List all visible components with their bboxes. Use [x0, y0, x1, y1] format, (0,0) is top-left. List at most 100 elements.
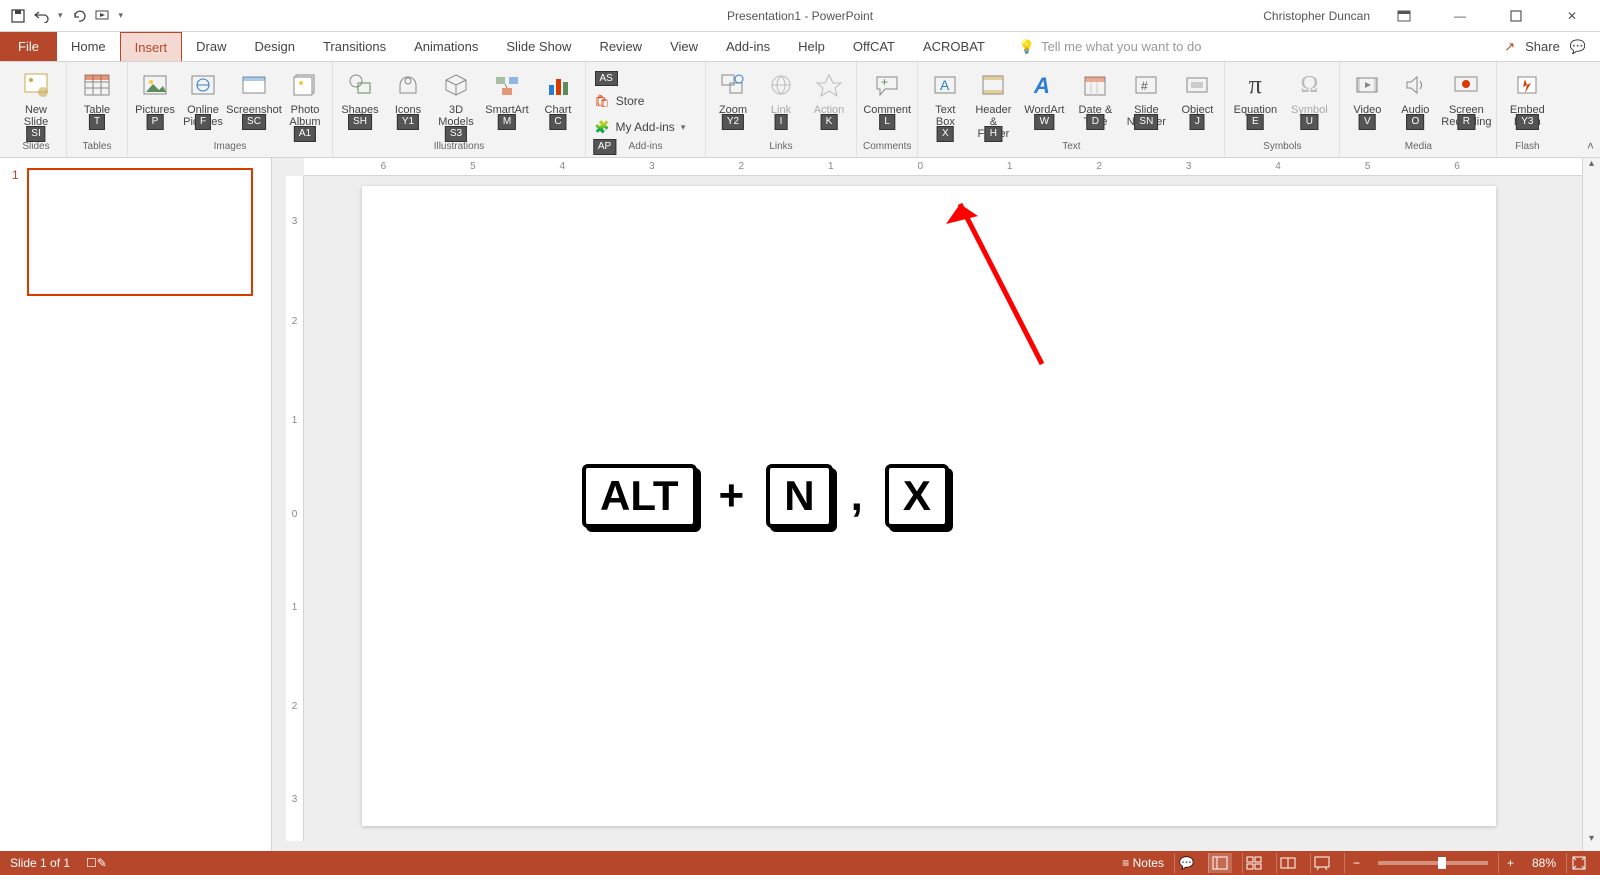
object-button[interactable]: Object J: [1176, 66, 1218, 128]
undo-dropdown-icon[interactable]: ▾: [58, 10, 63, 21]
slide-sorter-view-button[interactable]: [1242, 853, 1266, 873]
tell-me-search[interactable]: 💡 Tell me what you want to do: [1019, 32, 1202, 61]
maximize-button[interactable]: [1494, 1, 1538, 31]
tab-acrobat[interactable]: ACROBAT: [909, 32, 999, 61]
titlebar: ▾ ▾ Presentation1 - PowerPoint Christoph…: [0, 0, 1600, 32]
tab-slide-show[interactable]: Slide Show: [492, 32, 585, 61]
tab-review[interactable]: Review: [585, 32, 656, 61]
smartart-button[interactable]: SmartArt M: [483, 66, 531, 128]
comment-button[interactable]: + Comment L: [863, 66, 911, 128]
screenshot-button[interactable]: Screenshot▾ SC: [230, 66, 278, 128]
notes-button[interactable]: ≡ Notes: [1122, 856, 1164, 870]
keytip: I: [775, 114, 788, 130]
group-slides: New Slide▾ SI Slides: [6, 62, 67, 157]
slideshow-view-button[interactable]: [1310, 853, 1334, 873]
start-from-beginning-icon[interactable]: [95, 8, 111, 24]
video-button[interactable]: Video▾ V: [1346, 66, 1388, 128]
undo-icon[interactable]: [34, 8, 50, 24]
my-addins-button[interactable]: 🧩 My Add-ins ▾ AP: [595, 115, 697, 139]
keytip: Y1: [397, 114, 419, 130]
zoom-button[interactable]: Zoom▾ Y2: [712, 66, 754, 128]
shapes-button[interactable]: Shapes▾ SH: [339, 66, 381, 128]
addins-icon: 🧩: [595, 120, 610, 134]
tab-home[interactable]: Home: [57, 32, 120, 61]
annotation-arrow-icon: [942, 174, 1062, 374]
slide-thumbnail-1[interactable]: [27, 168, 253, 296]
text-box-button[interactable]: A Text Box▾ X: [924, 66, 966, 140]
keytip: A1: [294, 126, 316, 142]
svg-text:A: A: [940, 77, 950, 93]
accessibility-icon[interactable]: ☐✎: [86, 856, 107, 870]
keycap-x: X: [885, 464, 949, 528]
keytip: SC: [242, 114, 266, 130]
slide-number-button[interactable]: # Slide Number SN: [1122, 66, 1170, 128]
header-footer-button[interactable]: Header & Footer H: [972, 66, 1014, 140]
keytip: L: [879, 114, 895, 130]
tab-insert[interactable]: Insert: [120, 32, 183, 61]
fit-to-window-button[interactable]: [1566, 853, 1590, 873]
photo-album-button[interactable]: Photo Album▾ A1: [284, 66, 326, 140]
ribbon-tabs: File Home Insert Draw Design Transitions…: [0, 32, 1600, 62]
tab-design[interactable]: Design: [241, 32, 309, 61]
keytip: J: [1190, 114, 1205, 130]
tab-add-ins[interactable]: Add-ins: [712, 32, 784, 61]
slide-counter[interactable]: Slide 1 of 1: [10, 856, 70, 870]
keytip: P: [147, 114, 164, 130]
ribbon-display-options-icon[interactable]: [1382, 1, 1426, 31]
minimize-button[interactable]: —: [1438, 1, 1482, 31]
comments-pane-icon[interactable]: 💬: [1570, 39, 1586, 55]
tab-animations[interactable]: Animations: [400, 32, 492, 61]
user-name[interactable]: Christopher Duncan: [1263, 9, 1370, 23]
quick-access-toolbar: ▾ ▾: [0, 8, 123, 24]
share-button[interactable]: Share: [1525, 39, 1560, 54]
tab-view[interactable]: View: [656, 32, 712, 61]
keytip: Y3: [1516, 114, 1538, 130]
tab-offcat[interactable]: OffCAT: [839, 32, 909, 61]
keytip: SH: [348, 114, 372, 130]
table-button[interactable]: Table▾ T: [73, 66, 121, 128]
tab-help[interactable]: Help: [784, 32, 839, 61]
save-icon[interactable]: [10, 8, 26, 24]
close-button[interactable]: ✕: [1550, 1, 1594, 31]
comments-button[interactable]: 💬: [1174, 853, 1198, 873]
3d-models-button[interactable]: 3D Models▾ S3: [435, 66, 477, 140]
group-symbols: π Equation▾ E Ω Symbol U Symbols: [1225, 62, 1340, 157]
store-button[interactable]: AS 🛍 Store: [595, 89, 697, 113]
audio-button[interactable]: Audio▾ O: [1394, 66, 1436, 128]
chart-button[interactable]: Chart C: [537, 66, 579, 128]
normal-view-button[interactable]: [1208, 853, 1232, 873]
group-comments: + Comment L Comments: [857, 62, 918, 157]
keytip: S3: [445, 126, 467, 142]
keytip: O: [1406, 114, 1424, 130]
group-text: A Text Box▾ X Header & Footer H A WordAr…: [918, 62, 1225, 157]
wordart-button[interactable]: A WordArt▾ W: [1020, 66, 1068, 128]
tab-draw[interactable]: Draw: [182, 32, 240, 61]
zoom-in-button[interactable]: +: [1498, 853, 1522, 873]
keycap-alt: ALT: [582, 464, 697, 528]
redo-icon[interactable]: [71, 8, 87, 24]
embed-flash-button[interactable]: Embed Flash Y3: [1503, 66, 1551, 128]
file-tab[interactable]: File: [0, 32, 57, 61]
collapse-ribbon-icon[interactable]: ˄: [1587, 139, 1594, 153]
slide-canvas[interactable]: ALT + N , X: [362, 186, 1496, 826]
equation-button[interactable]: π Equation▾ E: [1231, 66, 1279, 128]
tab-transitions[interactable]: Transitions: [309, 32, 400, 61]
scroll-up-icon[interactable]: ▴: [1583, 158, 1600, 176]
zoom-out-button[interactable]: −: [1344, 853, 1368, 873]
keytip: Y2: [722, 114, 744, 130]
keytip: W: [1035, 114, 1054, 130]
screen-recording-button[interactable]: Screen Recording R: [1442, 66, 1490, 128]
scroll-down-icon[interactable]: ▾: [1583, 833, 1600, 851]
reading-view-button[interactable]: [1276, 853, 1300, 873]
pictures-button[interactable]: Pictures P: [134, 66, 176, 128]
keytip: X: [937, 126, 954, 142]
zoom-slider[interactable]: [1378, 861, 1488, 865]
online-pictures-button[interactable]: Online Pictures F: [182, 66, 224, 128]
new-slide-button[interactable]: New Slide▾ SI: [12, 66, 60, 140]
vertical-scrollbar[interactable]: ▴ ▾: [1582, 158, 1600, 851]
qat-customize-icon[interactable]: ▾: [119, 10, 124, 21]
keytip: M: [498, 114, 516, 130]
zoom-level[interactable]: 88%: [1532, 856, 1556, 870]
date-time-button[interactable]: Date & Time D: [1074, 66, 1116, 128]
icons-button[interactable]: Icons Y1: [387, 66, 429, 128]
